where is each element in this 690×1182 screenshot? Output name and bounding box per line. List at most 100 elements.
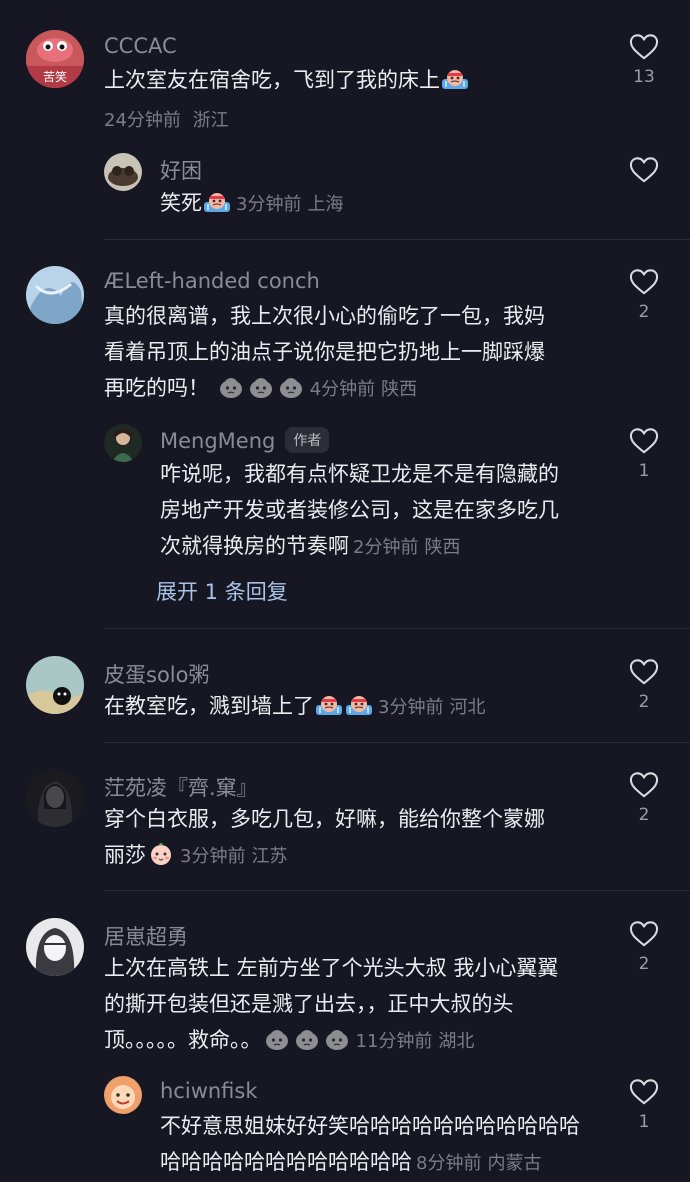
like-button[interactable]: 1 bbox=[624, 1078, 664, 1132]
expand-replies-link[interactable]: 展开 1 条回复 bbox=[156, 576, 288, 606]
comment-line-1: 穿个白衣服，多吃几包，好嘛，能给你整个蒙娜 bbox=[104, 807, 545, 831]
location: 上海 bbox=[307, 194, 344, 215]
avatar-image bbox=[26, 769, 84, 827]
like-button[interactable]: 2 bbox=[624, 771, 664, 825]
location: 浙江 bbox=[192, 110, 229, 131]
avatar[interactable] bbox=[26, 656, 84, 714]
avatar-image bbox=[26, 918, 84, 976]
comment-meta: 24分钟前 浙江 bbox=[104, 106, 229, 132]
crying-emoji-icon bbox=[203, 190, 231, 214]
like-count: 2 bbox=[638, 302, 650, 322]
comment-line-2: 丽莎 3分钟前 江苏 bbox=[104, 837, 604, 875]
heart-icon bbox=[629, 920, 659, 948]
comment-line-2: 的撕开包装但还是溅了出去，，正中大叔的头 bbox=[104, 992, 514, 1016]
comment-line-1: 真的很离谱，我上次很小心的偷吃了一包，我妈 bbox=[104, 304, 545, 328]
like-count: 13 bbox=[633, 67, 655, 87]
heart-icon bbox=[629, 1078, 659, 1106]
username[interactable]: 皮蛋solo粥 bbox=[104, 659, 209, 689]
grey-emoji-icon bbox=[277, 375, 305, 399]
avatar[interactable] bbox=[26, 266, 84, 324]
reply-avatar[interactable] bbox=[104, 1076, 142, 1114]
avatar-image bbox=[104, 1076, 142, 1114]
like-count: 1 bbox=[638, 461, 650, 481]
reply-username[interactable]: 好困 bbox=[160, 155, 202, 185]
location: 江苏 bbox=[251, 846, 288, 867]
comment-body: 顶。。。。。救命。。 bbox=[104, 1028, 262, 1052]
timestamp: 3分钟前 bbox=[378, 697, 444, 718]
timestamp: 11分钟前 bbox=[355, 1031, 433, 1052]
reply-line-3: 次就得换房的节奏啊 2分钟前 陕西 bbox=[160, 528, 606, 566]
timestamp: 4分钟前 bbox=[309, 379, 376, 400]
divider bbox=[104, 628, 690, 629]
reply-line-2: 房地产开发或者装修公司，这是在家多吃几 bbox=[160, 498, 559, 522]
heart-icon bbox=[629, 771, 659, 799]
like-button[interactable]: 2 bbox=[624, 268, 664, 322]
like-button[interactable]: 2 bbox=[624, 920, 664, 974]
crying-emoji-icon bbox=[315, 693, 343, 717]
crying-emoji-icon bbox=[441, 67, 469, 91]
reply-username[interactable]: hciwnfisk bbox=[160, 1079, 258, 1103]
comment-text: 上次室友在宿舍吃，飞到了我的床上 bbox=[104, 62, 604, 98]
comment-line-3: 顶。。。。。救命。。 11分钟前 湖北 bbox=[104, 1022, 604, 1060]
reply-body: 哈哈哈哈哈哈哈哈哈哈哈哈 bbox=[160, 1150, 412, 1174]
comment-body: 丽莎 bbox=[104, 843, 146, 867]
comment-body: 再吃的吗！ bbox=[104, 376, 209, 400]
divider bbox=[104, 239, 690, 240]
avatar-image bbox=[26, 266, 84, 324]
username[interactable]: 居崽超勇 bbox=[104, 921, 188, 951]
avatar[interactable] bbox=[26, 769, 84, 827]
like-count: 1 bbox=[638, 1112, 650, 1132]
reply-line-1: 咋说呢，我都有点怀疑卫龙是不是有隐藏的 bbox=[160, 462, 559, 486]
avatar-image bbox=[104, 424, 142, 462]
location: 湖北 bbox=[438, 1031, 475, 1052]
location: 内蒙古 bbox=[487, 1153, 542, 1174]
pink-face-emoji-icon bbox=[147, 842, 175, 866]
like-button[interactable] bbox=[624, 156, 664, 184]
divider bbox=[104, 742, 690, 743]
location: 陕西 bbox=[381, 379, 418, 400]
heart-icon bbox=[629, 156, 659, 184]
reply-text: 笑死 3分钟前 上海 bbox=[160, 185, 606, 223]
comment-line-3: 再吃的吗！ 4分钟前 陕西 bbox=[104, 370, 604, 408]
like-button[interactable]: 13 bbox=[624, 33, 664, 87]
comment-body: 在教室吃，溅到墙上了 bbox=[104, 694, 314, 718]
reply-line-1: 不好意思姐妹好好笑哈哈哈哈哈哈哈哈哈哈哈 bbox=[160, 1114, 580, 1138]
avatar-image bbox=[26, 656, 84, 714]
grey-emoji-icon bbox=[293, 1027, 321, 1051]
timestamp: 2分钟前 bbox=[353, 537, 419, 558]
divider bbox=[104, 890, 690, 891]
comment-body: 上次室友在宿舍吃，飞到了我的床上 bbox=[104, 68, 440, 92]
username[interactable]: 茳苑凌『齊.窠』 bbox=[104, 772, 258, 802]
like-count: 2 bbox=[638, 805, 650, 825]
heart-icon bbox=[629, 268, 659, 296]
avatar-label: 苦笑 bbox=[42, 70, 67, 84]
reply-body: 次就得换房的节奏啊 bbox=[160, 534, 349, 558]
comment-line-2: 看着吊顶上的油点子说你是把它扔地上一脚踩爆 bbox=[104, 340, 545, 364]
crying-emoji-icon bbox=[345, 693, 373, 717]
avatar[interactable]: 苦笑 bbox=[26, 30, 84, 88]
comment-line-1: 上次在高铁上 左前方坐了个光头大叔 我小心翼翼 bbox=[104, 956, 559, 980]
grey-emoji-icon bbox=[217, 375, 245, 399]
reply-avatar[interactable] bbox=[104, 424, 142, 462]
grey-emoji-icon bbox=[263, 1027, 291, 1051]
avatar[interactable] bbox=[26, 918, 84, 976]
location: 陕西 bbox=[424, 537, 461, 558]
heart-icon bbox=[629, 427, 659, 455]
location: 河北 bbox=[449, 697, 486, 718]
timestamp: 8分钟前 bbox=[416, 1153, 482, 1174]
username[interactable]: CCCAC bbox=[104, 34, 177, 58]
timestamp: 3分钟前 bbox=[236, 194, 302, 215]
comment-text: 在教室吃，溅到墙上了 3分钟前 河北 bbox=[104, 688, 604, 726]
grey-emoji-icon bbox=[247, 375, 275, 399]
heart-icon bbox=[629, 33, 659, 61]
reply-avatar[interactable] bbox=[104, 153, 142, 191]
reply-body: 笑死 bbox=[160, 191, 202, 215]
like-button[interactable]: 2 bbox=[624, 658, 664, 712]
author-badge: 作者 bbox=[285, 427, 330, 453]
like-count: 2 bbox=[638, 692, 650, 712]
like-button[interactable]: 1 bbox=[624, 427, 664, 481]
reply-username-text[interactable]: MengMeng bbox=[160, 429, 275, 453]
username[interactable]: ÆLeft-handed conch bbox=[104, 269, 320, 293]
reply-username: MengMeng 作者 bbox=[160, 427, 330, 453]
heart-icon bbox=[629, 658, 659, 686]
